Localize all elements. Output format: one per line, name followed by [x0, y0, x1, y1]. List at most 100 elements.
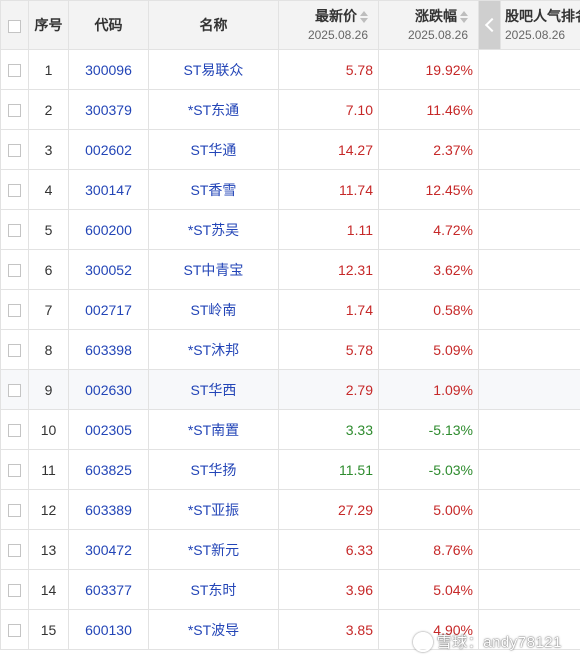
checkbox-box[interactable]: [8, 344, 21, 358]
table-row[interactable]: 3 002602 ST华通 14.27 2.37%: [0, 129, 580, 170]
row-checkbox[interactable]: [0, 129, 29, 170]
latest-price: 1.74: [278, 289, 379, 330]
table-row[interactable]: 5 600200 *ST苏吴 1.11 4.72%: [0, 209, 580, 250]
stock-code-link[interactable]: 603825: [68, 449, 149, 490]
row-checkbox[interactable]: [0, 369, 29, 410]
stock-name-link[interactable]: *ST波导: [148, 609, 279, 650]
stock-name-link[interactable]: ST岭南: [148, 289, 279, 330]
checkbox-box[interactable]: [8, 504, 21, 518]
stock-code-link[interactable]: 300096: [68, 49, 149, 90]
checkbox-box[interactable]: [8, 104, 21, 118]
header-popularity-label: 股吧人气排名: [505, 8, 580, 24]
checkbox-box[interactable]: [8, 264, 21, 278]
table-row[interactable]: 15 600130 *ST波导 3.85 4.90%: [0, 609, 580, 650]
checkbox-box[interactable]: [8, 584, 21, 598]
header-change[interactable]: 涨跌幅 2025.08.26: [378, 0, 479, 50]
sort-icon[interactable]: [360, 11, 368, 24]
stock-code-link[interactable]: 603389: [68, 489, 149, 530]
row-index: 15: [28, 609, 69, 650]
stock-code-link[interactable]: 300052: [68, 249, 149, 290]
checkbox-box[interactable]: [8, 624, 21, 638]
stock-code-link[interactable]: 002305: [68, 409, 149, 450]
row-checkbox[interactable]: [0, 169, 29, 210]
checkbox-box[interactable]: [8, 544, 21, 558]
table-row[interactable]: 10 002305 *ST南置 3.33 -5.13%: [0, 409, 580, 450]
row-checkbox[interactable]: [0, 49, 29, 90]
row-checkbox[interactable]: [0, 209, 29, 250]
checkbox-box[interactable]: [8, 64, 21, 78]
latest-price: 5.78: [278, 329, 379, 370]
stock-name-link[interactable]: ST香雪: [148, 169, 279, 210]
row-checkbox[interactable]: [0, 569, 29, 610]
stock-name-link[interactable]: ST华扬: [148, 449, 279, 490]
stock-name-link[interactable]: *ST新元: [148, 529, 279, 570]
row-checkbox[interactable]: [0, 89, 29, 130]
table-row[interactable]: 1 300096 ST易联众 5.78 19.92%: [0, 49, 580, 90]
checkbox-box[interactable]: [8, 144, 21, 158]
row-checkbox[interactable]: [0, 249, 29, 290]
change-percent: 5.00%: [378, 489, 479, 530]
popularity-rank-cell: [478, 249, 580, 290]
stock-code-link[interactable]: 603377: [68, 569, 149, 610]
stock-name-link[interactable]: *ST沐邦: [148, 329, 279, 370]
stock-name-link[interactable]: *ST苏吴: [148, 209, 279, 250]
stock-name-link[interactable]: ST华西: [148, 369, 279, 410]
table-row[interactable]: 11 603825 ST华扬 11.51 -5.03%: [0, 449, 580, 490]
stock-name-link[interactable]: ST华通: [148, 129, 279, 170]
row-checkbox[interactable]: [0, 409, 29, 450]
table-row[interactable]: 8 603398 *ST沐邦 5.78 5.09%: [0, 329, 580, 370]
row-checkbox[interactable]: [0, 609, 29, 650]
change-percent: 0.58%: [378, 289, 479, 330]
table-row[interactable]: 14 603377 ST东时 3.96 5.04%: [0, 569, 580, 610]
header-code[interactable]: 代码: [68, 0, 149, 50]
table-row[interactable]: 13 300472 *ST新元 6.33 8.76%: [0, 529, 580, 570]
table-row[interactable]: 6 300052 ST中青宝 12.31 3.62%: [0, 249, 580, 290]
stock-name-link[interactable]: *ST亚振: [148, 489, 279, 530]
stock-code-link[interactable]: 600200: [68, 209, 149, 250]
latest-price: 3.85: [278, 609, 379, 650]
stock-code-link[interactable]: 603398: [68, 329, 149, 370]
table-row[interactable]: 4 300147 ST香雪 11.74 12.45%: [0, 169, 580, 210]
checkbox-box[interactable]: [8, 464, 21, 478]
stock-code-link[interactable]: 300472: [68, 529, 149, 570]
checkbox-box[interactable]: [8, 384, 21, 398]
stock-code-link[interactable]: 002602: [68, 129, 149, 170]
stock-code-link[interactable]: 300147: [68, 169, 149, 210]
stock-name-link[interactable]: ST中青宝: [148, 249, 279, 290]
row-checkbox[interactable]: [0, 329, 29, 370]
row-index: 12: [28, 489, 69, 530]
change-percent: 2.37%: [378, 129, 479, 170]
stock-code-link[interactable]: 002630: [68, 369, 149, 410]
select-all-checkbox[interactable]: [0, 0, 29, 50]
latest-price: 7.10: [278, 89, 379, 130]
row-checkbox[interactable]: [0, 449, 29, 490]
change-percent: 19.92%: [378, 49, 479, 90]
checkbox-box[interactable]: [8, 19, 21, 33]
stock-code-link[interactable]: 002717: [68, 289, 149, 330]
checkbox-box[interactable]: [8, 304, 21, 318]
stock-code-link[interactable]: 300379: [68, 89, 149, 130]
stock-name-link[interactable]: *ST东通: [148, 89, 279, 130]
stock-name-link[interactable]: ST东时: [148, 569, 279, 610]
sort-icon[interactable]: [460, 11, 468, 24]
table-row[interactable]: 2 300379 *ST东通 7.10 11.46%: [0, 89, 580, 130]
header-name[interactable]: 名称: [148, 0, 279, 50]
checkbox-box[interactable]: [8, 424, 21, 438]
stock-code-link[interactable]: 600130: [68, 609, 149, 650]
table-body: 1 300096 ST易联众 5.78 19.92% 2 300379 *ST东通 7.10 11…: [0, 49, 580, 650]
table-row[interactable]: 12 603389 *ST亚振 27.29 5.00%: [0, 489, 580, 530]
scroll-left-button[interactable]: [478, 0, 501, 50]
stock-name-link[interactable]: ST易联众: [148, 49, 279, 90]
table-row[interactable]: 7 002717 ST岭南 1.74 0.58%: [0, 289, 580, 330]
change-percent: 4.90%: [378, 609, 479, 650]
table-row[interactable]: 9 002630 ST华西 2.79 1.09%: [0, 369, 580, 410]
row-index: 7: [28, 289, 69, 330]
header-price[interactable]: 最新价 2025.08.26: [278, 0, 379, 50]
row-checkbox[interactable]: [0, 529, 29, 570]
stock-name-link[interactable]: *ST南置: [148, 409, 279, 450]
row-checkbox[interactable]: [0, 289, 29, 330]
row-checkbox[interactable]: [0, 489, 29, 530]
checkbox-box[interactable]: [8, 184, 21, 198]
header-popularity-rank[interactable]: 股吧人气排名 2025.08.26: [500, 0, 580, 50]
checkbox-box[interactable]: [8, 224, 21, 238]
